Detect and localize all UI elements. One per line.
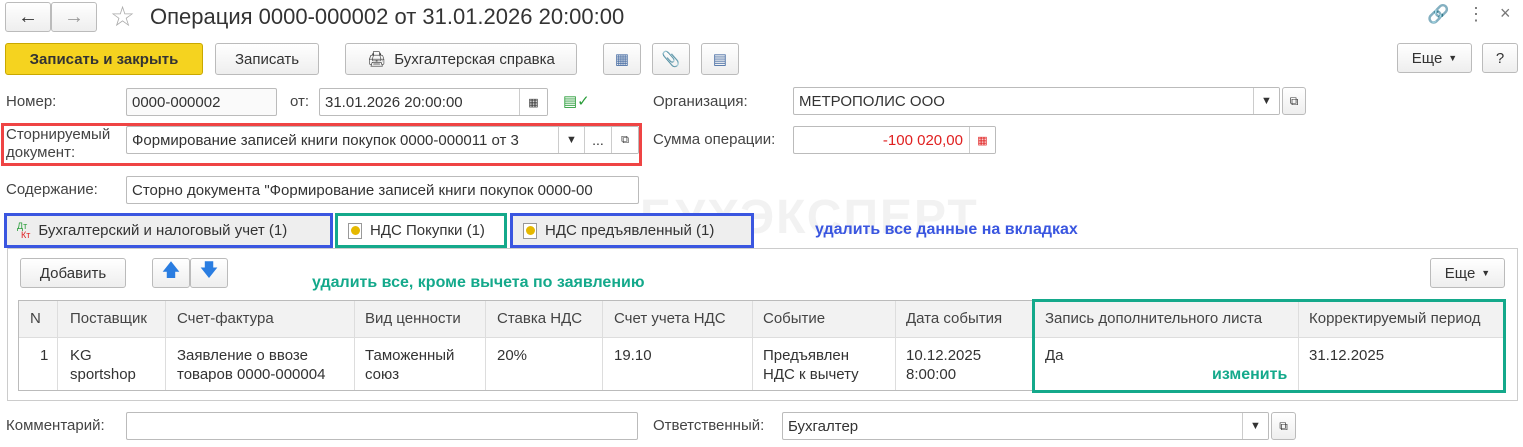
cell-value-type[interactable]: Таможенный союз xyxy=(365,346,475,384)
structure-icon: ▦ xyxy=(614,51,630,68)
comment-label: Комментарий: xyxy=(6,417,105,434)
responsible-label: Ответственный: xyxy=(653,417,765,434)
more-label: Еще xyxy=(1444,264,1476,282)
col-header[interactable]: Счет учета НДС xyxy=(614,310,726,327)
tab-vat-purchases[interactable]: НДС Покупки (1) xyxy=(335,213,507,248)
close-icon[interactable]: × xyxy=(1500,3,1511,24)
annotation-tabs: удалить все данные на вкладках xyxy=(815,221,1078,238)
help-button[interactable]: ? xyxy=(1482,43,1518,73)
select-ellipsis-button[interactable]: ... xyxy=(584,127,611,153)
tab-label: Бухгалтерский и налоговый учет (1) xyxy=(38,222,288,239)
number-field[interactable]: 0000-000002 xyxy=(126,88,277,116)
posted-check-icon: ▤✓ xyxy=(563,93,590,110)
coins-icon xyxy=(348,222,362,239)
number-label: Номер: xyxy=(6,93,57,110)
report-label: Бухгалтерская справка xyxy=(394,50,555,68)
list-button[interactable]: ▤ xyxy=(701,43,739,75)
cell-event[interactable]: Предъявлен НДС к вычету xyxy=(763,346,883,384)
annotation-change: изменить xyxy=(1212,366,1288,383)
responsible-open-button[interactable]: ⧉ xyxy=(1271,412,1296,440)
calendar-icon[interactable]: ▦ xyxy=(519,89,547,115)
col-header[interactable]: Событие xyxy=(763,310,825,327)
back-button[interactable]: ← xyxy=(5,2,51,32)
paperclip-icon: 📎 xyxy=(661,51,681,68)
calculator-icon[interactable]: ▦ xyxy=(969,127,995,153)
cell-invoice[interactable]: Заявление о ввозе товаров 0000-000004 xyxy=(177,346,347,384)
move-up-button[interactable]: 🡅 xyxy=(152,258,190,288)
tab-accounting[interactable]: Дт Кт Бухгалтерский и налоговый учет (1) xyxy=(4,213,333,248)
sum-label: Сумма операции: xyxy=(653,131,776,148)
save-close-button[interactable]: Записать и закрыть xyxy=(5,43,203,75)
org-field[interactable]: МЕТРОПОЛИС ООО ▼ xyxy=(793,87,1280,115)
responsible-value: Бухгалтер xyxy=(788,417,859,435)
cell-n[interactable]: 1 xyxy=(40,346,48,365)
date-value: 31.01.2026 20:00:00 xyxy=(325,93,463,111)
chevron-down-icon: ▼ xyxy=(1448,53,1458,63)
move-down-button[interactable]: 🡇 xyxy=(190,258,228,288)
responsible-field[interactable]: Бухгалтер ▼ xyxy=(782,412,1269,440)
coins-icon xyxy=(523,222,537,239)
col-header[interactable]: N xyxy=(30,310,41,327)
org-value: МЕТРОПОЛИС ООО xyxy=(799,92,945,110)
save-button[interactable]: Записать xyxy=(215,43,319,75)
cell-rate[interactable]: 20% xyxy=(497,346,527,365)
storno-label: Сторнируемый документ: xyxy=(6,126,111,161)
report-button[interactable]: 🖨 Бухгалтерская справка xyxy=(345,43,577,75)
menu-dots-icon[interactable]: ⋮ xyxy=(1467,4,1485,25)
printer-icon: 🖨 xyxy=(367,51,387,68)
dropdown-icon[interactable]: ▼ xyxy=(1253,88,1279,114)
link-icon[interactable]: 🔗 xyxy=(1427,4,1449,25)
date-label: от: xyxy=(290,93,310,110)
tab-label: НДС Покупки (1) xyxy=(370,222,485,239)
list-icon: ▤ xyxy=(712,51,728,68)
col-header[interactable]: Дата события xyxy=(906,310,1002,327)
annotation-keep: удалить все, кроме вычета по заявлению xyxy=(312,274,645,291)
chevron-down-icon: ▼ xyxy=(1481,268,1491,278)
col-header[interactable]: Вид ценности xyxy=(365,310,461,327)
storno-field[interactable]: Формирование записей книги покупок 0000-… xyxy=(126,126,639,154)
content-field[interactable]: Сторно документа "Формирование записей к… xyxy=(126,176,639,204)
cell-account[interactable]: 19.10 xyxy=(614,346,652,365)
content-label: Содержание: xyxy=(6,181,98,198)
col-header[interactable]: Счет-фактура xyxy=(177,310,274,327)
sum-field[interactable]: -100 020,00 ▦ xyxy=(793,126,996,154)
tab-label: НДС предъявленный (1) xyxy=(545,222,715,239)
favorite-star-icon[interactable]: ☆ xyxy=(110,0,135,33)
col-header[interactable]: Ставка НДС xyxy=(497,310,582,327)
org-open-button[interactable]: ⧉ xyxy=(1282,87,1306,115)
org-label: Организация: xyxy=(653,93,748,110)
open-icon[interactable]: ⧉ xyxy=(611,127,638,153)
tab-vat-presented[interactable]: НДС предъявленный (1) xyxy=(510,213,754,248)
dt-kt-icon: Дт Кт xyxy=(17,220,31,240)
forward-button[interactable]: → xyxy=(51,2,97,32)
more-label: Еще xyxy=(1411,49,1443,67)
dropdown-icon[interactable]: ▼ xyxy=(1242,413,1268,439)
storno-value: Формирование записей книги покупок 0000-… xyxy=(132,131,519,149)
cell-event-date[interactable]: 10.12.2025 8:00:00 xyxy=(906,346,1006,384)
col-header[interactable]: Поставщик xyxy=(70,310,147,327)
add-button[interactable]: Добавить xyxy=(20,258,126,288)
dropdown-icon[interactable]: ▼ xyxy=(558,127,584,153)
more-button[interactable]: Еще ▼ xyxy=(1397,43,1472,73)
attach-button[interactable]: 📎 xyxy=(652,43,690,75)
window-title: Операция 0000-000002 от 31.01.2026 20:00… xyxy=(150,4,625,29)
structure-button[interactable]: ▦ xyxy=(603,43,641,75)
sum-value: -100 020,00 xyxy=(882,131,963,149)
comment-field[interactable] xyxy=(126,412,638,440)
cell-supplier[interactable]: KG sportshop xyxy=(70,346,160,384)
date-field[interactable]: 31.01.2026 20:00:00 ▦ xyxy=(319,88,548,116)
panel-more-button[interactable]: Еще ▼ xyxy=(1430,258,1505,288)
